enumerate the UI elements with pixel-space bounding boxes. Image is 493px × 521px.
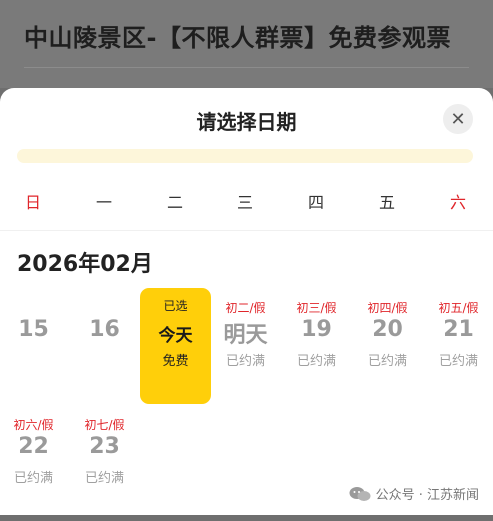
day-cell[interactable]: 初五/假 21 已约满 bbox=[423, 288, 493, 404]
day-number: 今天 bbox=[158, 326, 193, 346]
day-status: 已约满 bbox=[296, 354, 336, 369]
day-status: 已约满 bbox=[13, 471, 53, 486]
sheet-title: 请选择日期 bbox=[196, 110, 297, 134]
weekday-sun: 日 bbox=[24, 193, 41, 212]
day-status: 已约满 bbox=[438, 354, 478, 369]
close-icon: ✕ bbox=[450, 108, 466, 130]
day-label: 初二/假 bbox=[225, 301, 266, 315]
day-label: 初五/假 bbox=[438, 301, 479, 315]
day-cell-selected[interactable]: 已选 今天 免费 bbox=[140, 288, 211, 404]
day-number: 15 bbox=[18, 317, 49, 342]
weekday-header: 日 一 二 三 四 五 六 bbox=[0, 189, 493, 212]
day-number: 23 bbox=[89, 434, 120, 459]
day-label bbox=[0, 299, 69, 315]
day-number: 16 bbox=[89, 317, 120, 342]
day-label: 初四/假 bbox=[367, 301, 408, 315]
day-label: 已选 bbox=[163, 299, 188, 313]
watermark-text: 公众号 · 江苏新闻 bbox=[375, 488, 479, 503]
day-label: 初七/假 bbox=[84, 418, 125, 432]
day-number: 20 bbox=[372, 317, 403, 342]
day-cell[interactable]: 初四/假 20 已约满 bbox=[352, 288, 423, 404]
weekday-mon: 一 bbox=[95, 193, 112, 212]
weekday-fri: 五 bbox=[378, 193, 395, 212]
day-cell[interactable]: 15 bbox=[0, 288, 69, 404]
watermark: 公众号 · 江苏新闻 bbox=[349, 484, 479, 503]
weekday-wed: 三 bbox=[236, 193, 253, 212]
notice-bar bbox=[17, 149, 473, 163]
weekday-sat: 六 bbox=[449, 193, 466, 212]
day-number: 21 bbox=[443, 317, 474, 342]
day-status: 已约满 bbox=[225, 354, 265, 369]
close-button[interactable]: ✕ bbox=[443, 104, 473, 134]
day-cell[interactable]: 初六/假 22 已约满 bbox=[0, 405, 69, 521]
page-header: 中山陵景区-【不限人群票】免费参观票 bbox=[0, 0, 493, 88]
day-status: 已约满 bbox=[367, 354, 407, 369]
day-number: 明天 bbox=[223, 323, 268, 348]
day-cell[interactable]: 初三/假 19 已约满 bbox=[281, 288, 352, 404]
date-picker-sheet: 请选择日期 ✕ 日 一 二 三 四 五 六 2026年02月 15 16 已选 … bbox=[0, 88, 493, 515]
weekday-divider bbox=[0, 230, 493, 231]
header-divider bbox=[24, 67, 469, 68]
month-title: 2026年02月 bbox=[17, 252, 153, 277]
page-title: 中山陵景区-【不限人群票】免费参观票 bbox=[24, 24, 451, 52]
day-status: 已约满 bbox=[84, 471, 124, 486]
day-cell[interactable]: 16 bbox=[69, 288, 140, 404]
wechat-icon bbox=[349, 486, 371, 501]
weekday-thu: 四 bbox=[307, 193, 324, 212]
day-label: 初六/假 bbox=[13, 418, 54, 432]
day-cell[interactable]: 初二/假 明天 已约满 bbox=[210, 288, 281, 404]
day-cell[interactable]: 初七/假 23 已约满 bbox=[69, 405, 140, 521]
day-number: 19 bbox=[301, 317, 332, 342]
day-status: 免费 bbox=[162, 354, 189, 369]
day-label: 初三/假 bbox=[296, 301, 337, 315]
weekday-tue: 二 bbox=[166, 193, 183, 212]
day-label bbox=[69, 299, 140, 315]
day-number: 22 bbox=[18, 434, 49, 459]
